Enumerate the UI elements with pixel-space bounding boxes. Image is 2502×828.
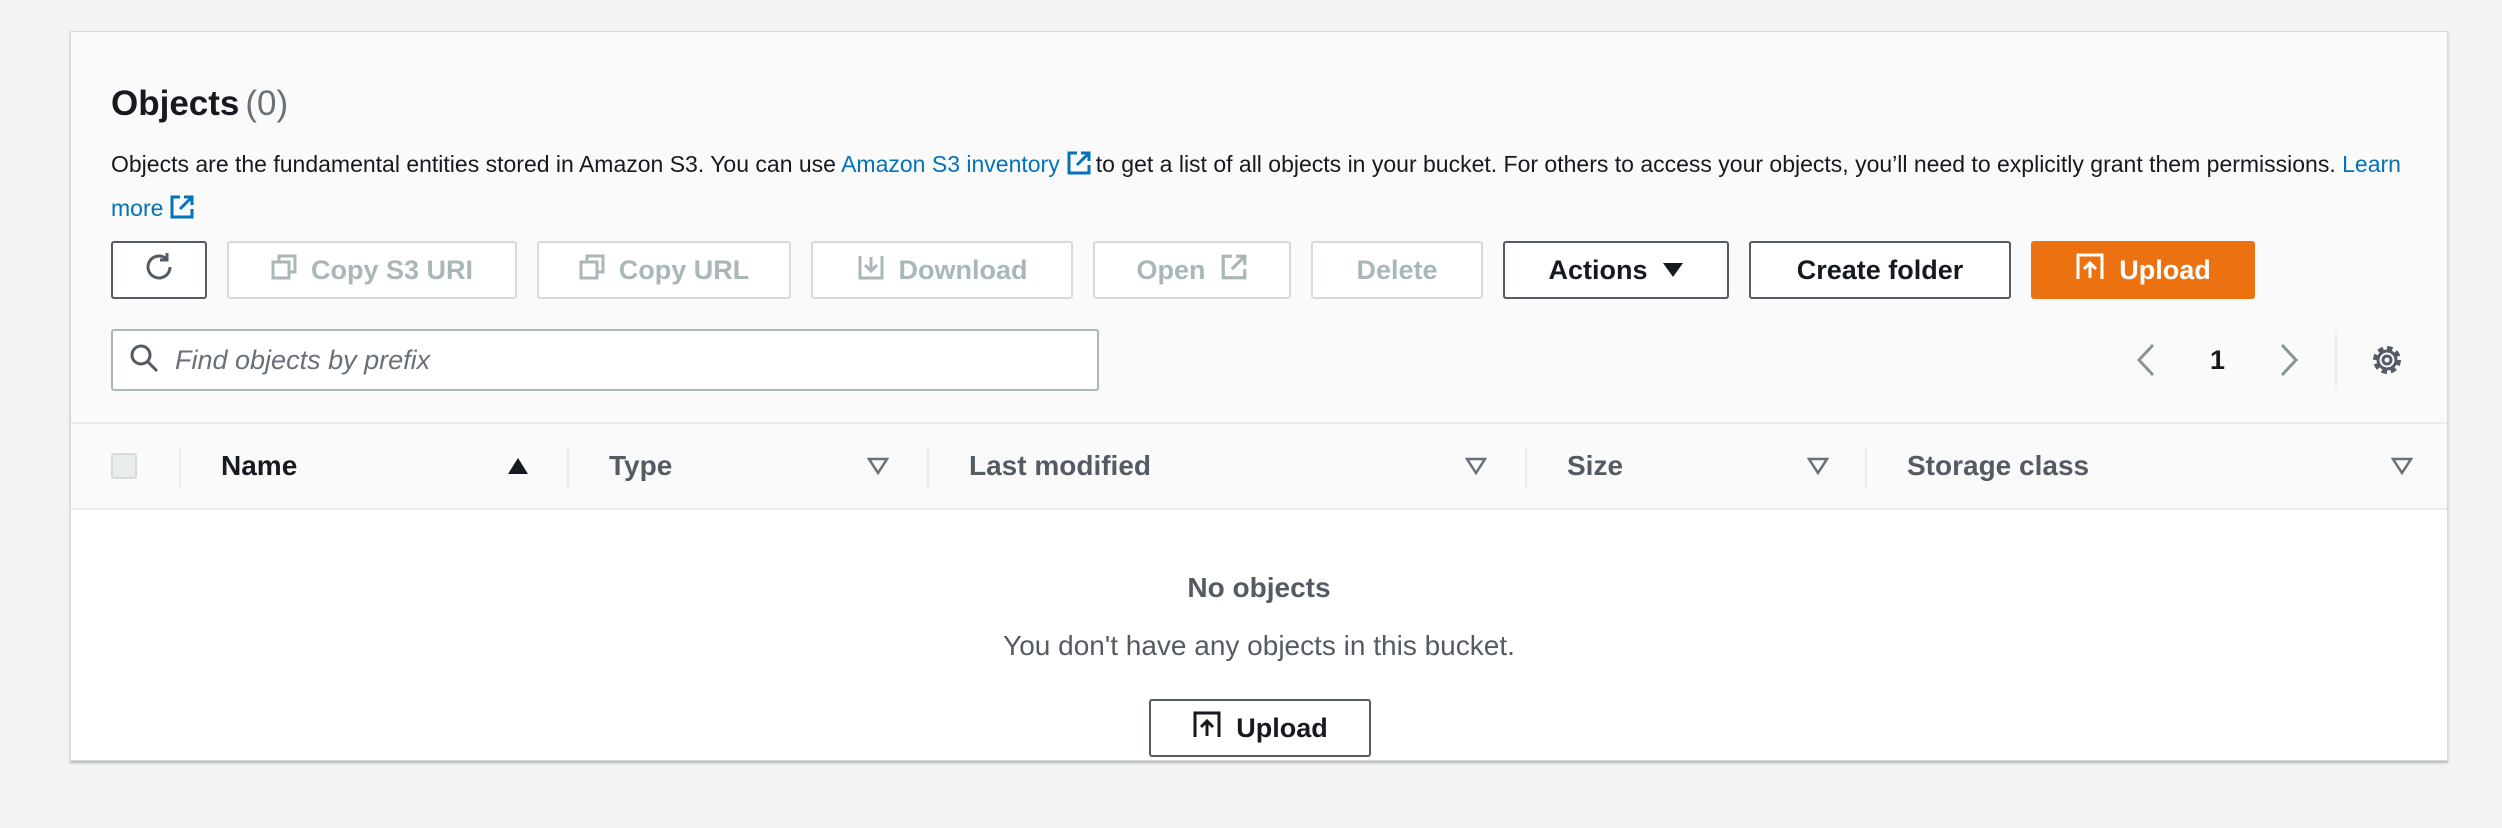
column-divider — [927, 448, 929, 488]
column-size-label: Size — [1567, 450, 1624, 481]
objects-description: Objects are the fundamental entities sto… — [111, 144, 2411, 232]
empty-state-title: No objects — [1187, 572, 1331, 603]
open-label: Open — [1136, 254, 1206, 285]
pagination: 1 — [2126, 330, 2407, 390]
column-storage-class-label: Storage class — [1907, 450, 2090, 481]
download-icon — [857, 253, 885, 288]
actions-label: Actions — [1548, 254, 1648, 285]
external-link-icon — [169, 192, 195, 232]
refresh-button[interactable] — [111, 241, 207, 299]
column-header-type[interactable]: Type — [609, 424, 909, 508]
objects-panel: Objects (0) Objects are the fundamental e… — [70, 31, 2448, 761]
s3-inventory-link-label: Amazon S3 inventory — [841, 151, 1060, 177]
pager-divider — [2335, 331, 2337, 389]
copy-s3-uri-label: Copy S3 URI — [310, 254, 474, 285]
description-text-2: to get a list of all objects in your buc… — [1095, 151, 2336, 177]
column-divider — [1525, 448, 1527, 488]
open-button[interactable]: Open — [1093, 241, 1291, 299]
sort-ascending-icon[interactable] — [507, 456, 529, 481]
upload-icon — [1192, 710, 1222, 747]
search-icon — [129, 343, 159, 378]
copy-icon — [271, 254, 297, 287]
column-name-label: Name — [221, 450, 298, 481]
upload-button[interactable]: Upload — [2031, 241, 2255, 299]
copy-url-button[interactable]: Copy URL — [537, 241, 791, 299]
gear-icon[interactable] — [2367, 340, 2407, 380]
external-link-icon — [1066, 148, 1092, 188]
column-header-name[interactable]: Name — [221, 424, 601, 508]
object-count: (0) — [245, 84, 289, 123]
select-all-checkbox[interactable] — [111, 453, 137, 479]
page-title: Objects (0) — [111, 82, 2411, 126]
table-body: No objects You don't have any objects in… — [71, 510, 2447, 760]
empty-state-text: You don't have any objects in this bucke… — [1003, 630, 1515, 661]
copy-s3-uri-button[interactable]: Copy S3 URI — [227, 241, 517, 299]
column-divider — [1865, 448, 1867, 488]
download-button[interactable]: Download — [811, 241, 1073, 299]
title-text: Objects — [111, 84, 240, 123]
current-page[interactable]: 1 — [2210, 345, 2225, 376]
column-divider — [179, 448, 181, 488]
create-folder-button[interactable]: Create folder — [1749, 241, 2011, 299]
caret-down-icon — [1662, 255, 1684, 286]
sort-icon[interactable] — [2390, 456, 2414, 481]
sort-icon[interactable] — [1464, 456, 1488, 481]
chevron-left-icon[interactable] — [2126, 340, 2166, 380]
description-text-1: Objects are the fundamental entities sto… — [111, 151, 842, 177]
column-divider — [567, 448, 569, 488]
refresh-icon — [142, 250, 176, 291]
external-link-icon — [1220, 253, 1248, 288]
empty-upload-button[interactable]: Upload — [1149, 699, 1371, 757]
create-folder-label: Create folder — [1796, 254, 1964, 285]
s3-inventory-link[interactable]: Amazon S3 inventory — [841, 151, 1096, 177]
sort-icon[interactable] — [866, 456, 890, 481]
column-header-storage-class[interactable]: Storage class — [1907, 424, 2307, 508]
objects-header: Objects (0) Objects are the fundamental e… — [111, 82, 2411, 232]
download-label: Download — [898, 254, 1028, 285]
copy-icon — [579, 254, 605, 287]
search-box — [111, 329, 1099, 391]
column-last-modified-label: Last modified — [969, 450, 1152, 481]
delete-button[interactable]: Delete — [1311, 241, 1483, 299]
empty-upload-label: Upload — [1236, 712, 1328, 743]
upload-icon — [2075, 252, 2105, 289]
delete-label: Delete — [1356, 254, 1438, 285]
actions-dropdown[interactable]: Actions — [1503, 241, 1729, 299]
column-type-label: Type — [609, 450, 673, 481]
column-header-last-modified[interactable]: Last modified — [969, 424, 1469, 508]
column-header-size[interactable]: Size — [1567, 424, 1847, 508]
chevron-right-icon[interactable] — [2269, 340, 2309, 380]
table-header: Name Type Last modified Size Storage cla… — [71, 422, 2447, 510]
upload-label: Upload — [2119, 254, 2211, 285]
copy-url-label: Copy URL — [618, 254, 750, 285]
search-input[interactable] — [173, 343, 1057, 377]
sort-icon[interactable] — [1806, 456, 1830, 481]
